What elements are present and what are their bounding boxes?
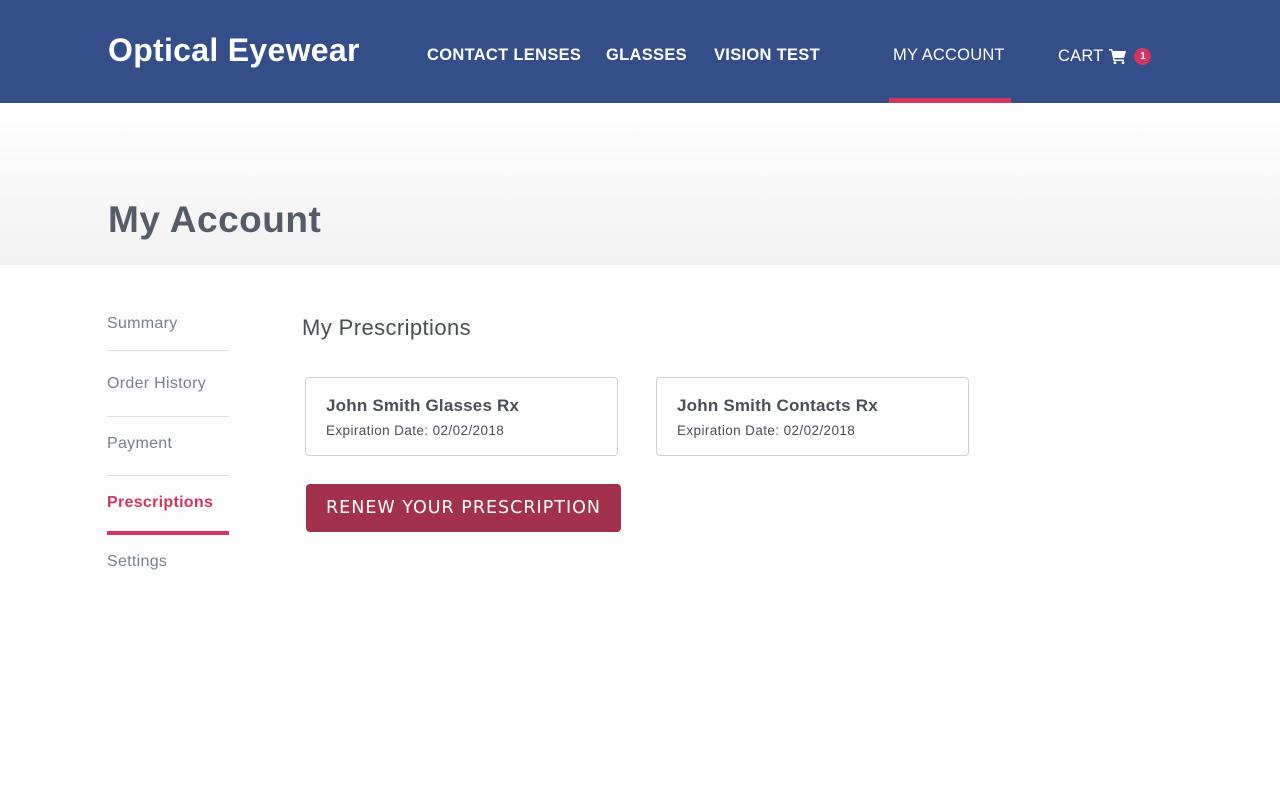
page-title: My Account — [108, 199, 322, 240]
prescription-card[interactable]: John Smith Glasses Rx Expiration Date: 0… — [305, 377, 618, 456]
site-logo[interactable]: Optical Eyewear — [108, 32, 360, 69]
page-hero-banner: My Account — [0, 103, 1280, 265]
sidebar-item-label: Settings — [107, 553, 168, 570]
sidebar-item-label: Payment — [107, 435, 173, 452]
shopping-cart-icon — [1109, 48, 1127, 64]
prescription-card[interactable]: John Smith Contacts Rx Expiration Date: … — [656, 377, 969, 456]
nav-contact-lenses[interactable]: CONTACT LENSES — [427, 46, 581, 65]
sidebar-item-label: Order History — [107, 375, 207, 392]
nav-my-account[interactable]: MY ACCOUNT — [889, 0, 1011, 103]
cart-link[interactable]: CART 1 — [1058, 45, 1152, 67]
sidebar-divider — [107, 475, 229, 476]
prescription-name: John Smith Glasses Rx — [326, 396, 520, 415]
cart-label: CART — [1058, 46, 1104, 65]
sidebar-divider — [107, 350, 229, 351]
nav-my-account-label: MY ACCOUNT — [893, 46, 1005, 64]
sidebar-item-label: Prescriptions — [107, 494, 214, 511]
prescription-expiration: Expiration Date: 02/02/2018 — [326, 423, 505, 438]
renew-prescription-button[interactable]: RENEW YOUR PRESCRIPTION — [306, 484, 621, 532]
section-title: My Prescriptions — [302, 315, 471, 340]
nav-vision-test[interactable]: VISION TEST — [714, 46, 820, 65]
nav-glasses[interactable]: GLASSES — [606, 46, 687, 65]
prescription-name: John Smith Contacts Rx — [677, 396, 878, 415]
cart-count-badge: 1 — [1134, 47, 1152, 65]
sidebar-active-indicator — [107, 531, 229, 535]
sidebar-item-label: Summary — [107, 315, 178, 332]
prescription-expiration: Expiration Date: 02/02/2018 — [677, 423, 856, 438]
top-navigation-bar: Optical Eyewear CONTACT LENSES GLASSES V… — [0, 0, 1280, 103]
sidebar-divider — [107, 416, 229, 417]
